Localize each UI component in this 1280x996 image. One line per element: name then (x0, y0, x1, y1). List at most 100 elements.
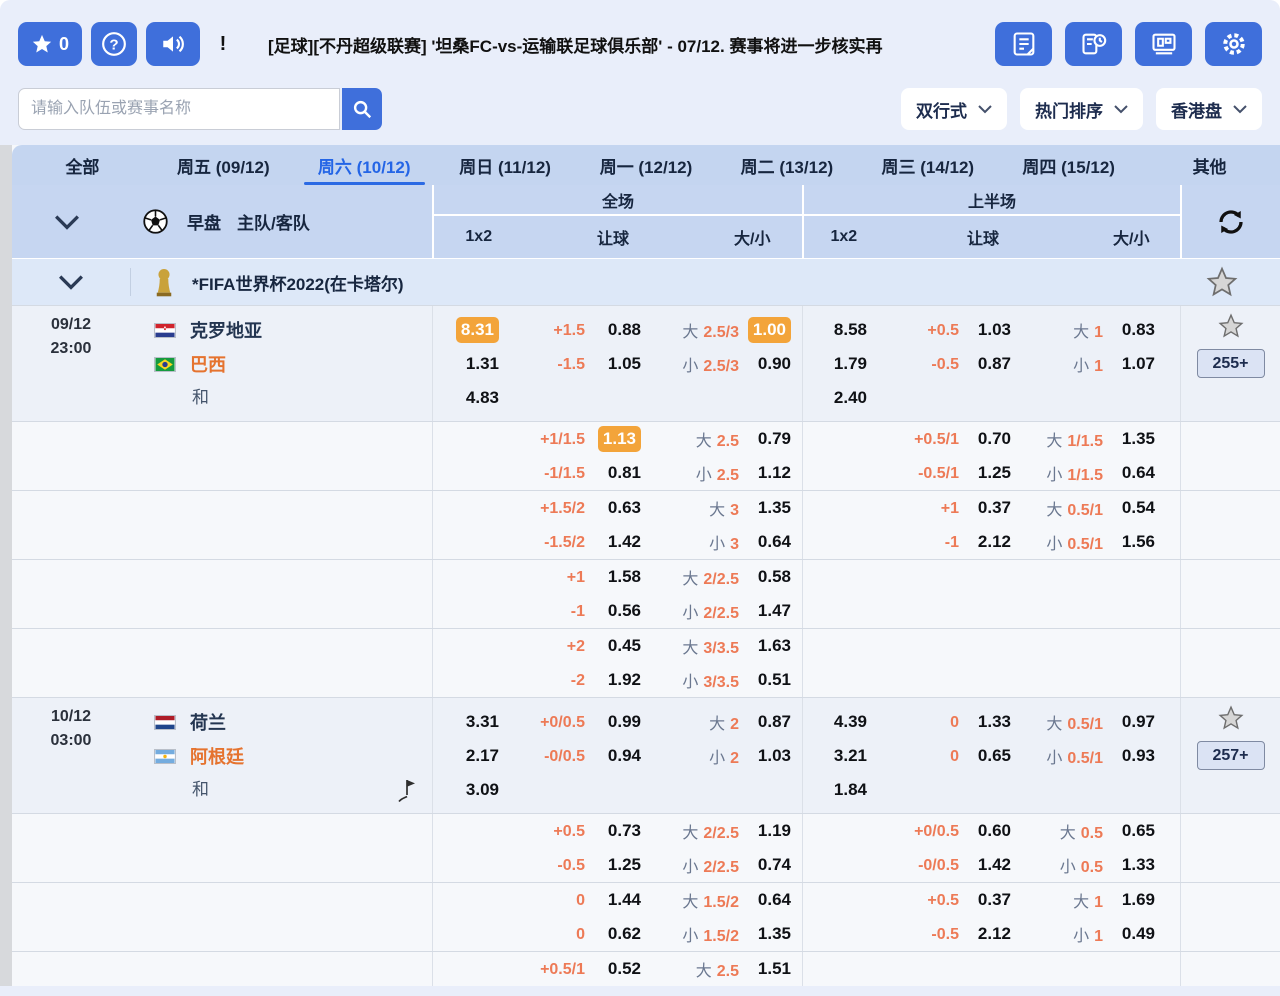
sound-button[interactable] (146, 22, 200, 66)
odds-value[interactable]: 0.64 (758, 890, 791, 909)
ou-odds-cell[interactable]: 0.79 (739, 429, 791, 449)
handicap-odds-cell[interactable]: 0.87 (959, 354, 1011, 374)
odds-value[interactable]: 1.03 (978, 320, 1011, 339)
handicap-odds-cell[interactable]: 0.65 (959, 746, 1011, 766)
odds-value[interactable]: 1.44 (608, 890, 641, 909)
odds-1x2-cell[interactable]: 2.40 (803, 388, 867, 408)
handicap-odds-cell[interactable]: 0.62 (585, 924, 641, 944)
settings-button[interactable] (1205, 22, 1262, 66)
odds-value[interactable]: 1.00 (748, 317, 791, 343)
ou-odds-cell[interactable]: 1.00 (739, 317, 791, 343)
ou-odds-cell[interactable]: 0.51 (739, 670, 791, 690)
odds-value[interactable]: 0.93 (1122, 746, 1155, 765)
handicap-odds-cell[interactable]: 0.88 (585, 320, 641, 340)
odds-value[interactable]: 1.58 (608, 567, 641, 586)
handicap-odds-cell[interactable]: 0.73 (585, 821, 641, 841)
ou-odds-cell[interactable]: 1.03 (739, 746, 791, 766)
refresh-icon[interactable] (1216, 207, 1246, 237)
ou-odds-cell[interactable]: 0.58 (739, 567, 791, 587)
tab-date-3[interactable]: 周日 (11/12) (435, 145, 576, 185)
odds-value[interactable]: 3.09 (466, 780, 499, 799)
ou-odds-cell[interactable]: 0.93 (1103, 746, 1155, 766)
handicap-odds-cell[interactable]: 1.05 (585, 354, 641, 374)
odds-value[interactable]: 1.79 (834, 354, 867, 373)
handicap-odds-cell[interactable]: 1.03 (959, 320, 1011, 340)
ou-odds-cell[interactable]: 1.35 (1103, 429, 1155, 449)
odds-value[interactable]: 1.47 (758, 601, 791, 620)
ou-odds-cell[interactable]: 1.19 (739, 821, 791, 841)
more-markets-button[interactable]: 257+ (1197, 741, 1265, 770)
ou-odds-cell[interactable]: 1.12 (739, 463, 791, 483)
odds-1x2-cell[interactable]: 8.58 (803, 320, 867, 340)
odds-value[interactable]: 1.07 (1122, 354, 1155, 373)
odds-1x2-cell[interactable]: 3.31 (433, 712, 499, 732)
handicap-odds-cell[interactable]: 0.45 (585, 636, 641, 656)
odds-1x2-cell[interactable]: 1.31 (433, 354, 499, 374)
handicap-odds-cell[interactable]: 0.70 (959, 429, 1011, 449)
handicap-odds-cell[interactable]: 0.99 (585, 712, 641, 732)
odds-value[interactable]: 1.12 (758, 463, 791, 482)
ou-odds-cell[interactable]: 0.54 (1103, 498, 1155, 518)
handicap-odds-cell[interactable]: 1.58 (585, 567, 641, 587)
handicap-odds-cell[interactable]: 0.56 (585, 601, 641, 621)
handicap-odds-cell[interactable]: 1.42 (585, 532, 641, 552)
ou-odds-cell[interactable]: 1.47 (739, 601, 791, 621)
ou-odds-cell[interactable]: 0.64 (739, 890, 791, 910)
odds-type-dropdown[interactable]: 香港盘 (1156, 88, 1262, 130)
search-button[interactable] (342, 88, 382, 130)
handicap-odds-cell[interactable]: 2.12 (959, 924, 1011, 944)
tab-date-0[interactable]: 全部 (12, 145, 153, 185)
ou-odds-cell[interactable]: 0.83 (1103, 320, 1155, 340)
odds-value[interactable]: 3.21 (834, 746, 867, 765)
odds-value[interactable]: 0.74 (758, 855, 791, 874)
handicap-odds-cell[interactable]: 1.42 (959, 855, 1011, 875)
odds-1x2-cell[interactable]: 2.17 (433, 746, 499, 766)
ou-odds-cell[interactable]: 0.64 (739, 532, 791, 552)
odds-1x2-cell[interactable]: 4.39 (803, 712, 867, 732)
odds-value[interactable]: 1.63 (758, 636, 791, 655)
tab-date-6[interactable]: 周三 (14/12) (857, 145, 998, 185)
home-team-name[interactable]: 克罗地亚 (190, 317, 262, 343)
ou-odds-cell[interactable]: 0.90 (739, 354, 791, 374)
ou-odds-cell[interactable]: 1.35 (739, 924, 791, 944)
search-input[interactable] (18, 88, 340, 130)
odds-value[interactable]: 1.51 (758, 959, 791, 978)
odds-1x2-cell[interactable]: 3.21 (803, 746, 867, 766)
handicap-odds-cell[interactable]: 0.37 (959, 890, 1011, 910)
odds-value[interactable]: 0.51 (758, 670, 791, 689)
league-collapse-button[interactable] (12, 274, 130, 290)
odds-1x2-cell[interactable]: 8.31 (433, 317, 499, 343)
ou-odds-cell[interactable]: 0.87 (739, 712, 791, 732)
handicap-odds-cell[interactable]: 0.52 (585, 959, 641, 979)
ou-odds-cell[interactable]: 0.97 (1103, 712, 1155, 732)
odds-value[interactable]: 1.35 (758, 924, 791, 943)
odds-value[interactable]: 0.65 (1122, 821, 1155, 840)
odds-value[interactable]: 0.37 (978, 498, 1011, 517)
ou-odds-cell[interactable]: 1.33 (1103, 855, 1155, 875)
tab-date-1[interactable]: 周五 (09/12) (153, 145, 294, 185)
handicap-odds-cell[interactable]: 0.37 (959, 498, 1011, 518)
handicap-odds-cell[interactable]: 1.44 (585, 890, 641, 910)
board-button[interactable] (1135, 22, 1192, 66)
odds-value[interactable]: 1.35 (1122, 429, 1155, 448)
odds-value[interactable]: 0.64 (758, 532, 791, 551)
odds-value[interactable]: 1.05 (608, 354, 641, 373)
ou-odds-cell[interactable]: 0.74 (739, 855, 791, 875)
odds-value[interactable]: 0.49 (1122, 924, 1155, 943)
handicap-odds-cell[interactable]: 0.94 (585, 746, 641, 766)
help-button[interactable]: ? (91, 22, 137, 66)
odds-value[interactable]: 1.33 (978, 712, 1011, 731)
bet-slip-button[interactable] (995, 22, 1052, 66)
handicap-odds-cell[interactable]: 0.60 (959, 821, 1011, 841)
ou-odds-cell[interactable]: 1.56 (1103, 532, 1155, 552)
odds-value[interactable]: 0.81 (608, 463, 641, 482)
history-button[interactable] (1065, 22, 1122, 66)
odds-value[interactable]: 0.97 (1122, 712, 1155, 731)
ou-odds-cell[interactable]: 0.49 (1103, 924, 1155, 944)
away-team-name[interactable]: 巴西 (190, 351, 226, 377)
favorites-button[interactable]: 0 (18, 22, 82, 66)
odds-value[interactable]: 1.25 (608, 855, 641, 874)
odds-value[interactable]: 0.90 (758, 354, 791, 373)
odds-1x2-cell[interactable]: 4.83 (433, 388, 499, 408)
odds-value[interactable]: 0.87 (978, 354, 1011, 373)
